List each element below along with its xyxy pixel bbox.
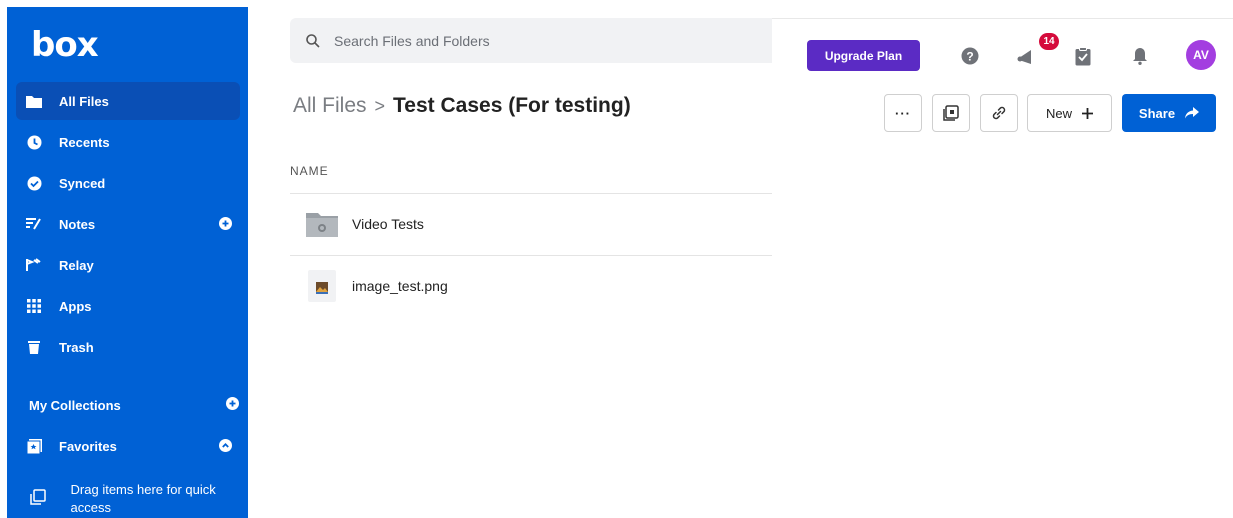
more-options-button[interactable]: ··· (884, 94, 922, 132)
sidebar: box All Files Recents Synced Notes Relay (7, 7, 248, 518)
my-collections-label: My Collections (29, 397, 121, 413)
breadcrumb-all-files[interactable]: All Files (293, 94, 367, 118)
breadcrumb-separator: > (374, 95, 386, 116)
header-divider (772, 18, 1233, 19)
file-name[interactable]: image_test.png (352, 278, 448, 294)
upgrade-plan-button[interactable]: Upgrade Plan (807, 40, 920, 71)
favorites-icon (24, 436, 44, 456)
sidebar-item-recents[interactable]: Recents (16, 123, 240, 161)
tasks-clipboard-icon[interactable] (1071, 44, 1095, 68)
open-in-app-button[interactable] (932, 94, 970, 132)
folder-icon (24, 91, 44, 111)
column-header-name[interactable]: NAME (290, 164, 329, 178)
share-button-label: Share (1138, 105, 1176, 121)
sidebar-item-synced[interactable]: Synced (16, 164, 240, 202)
search-icon (306, 33, 320, 48)
new-button[interactable]: New (1027, 94, 1112, 132)
new-button-label: New (1045, 105, 1072, 121)
my-collections-header[interactable]: My Collections (29, 397, 239, 413)
sidebar-item-label: All Files (59, 93, 109, 109)
sidebar-item-favorites[interactable]: Favorites (16, 427, 240, 465)
sidebar-item-label: Favorites (59, 438, 117, 454)
sidebar-item-notes[interactable]: Notes (16, 205, 240, 243)
list-item[interactable]: Video Tests (290, 193, 772, 255)
svg-text:?: ? (966, 50, 973, 64)
sidebar-item-apps[interactable]: Apps (16, 287, 240, 325)
sidebar-item-label: Relay (59, 257, 94, 273)
collapse-favorites-icon[interactable] (219, 439, 232, 455)
sidebar-item-label: Trash (59, 339, 94, 355)
notes-icon (24, 214, 44, 234)
share-arrow-icon (1185, 107, 1200, 119)
page-title: Test Cases (For testing) (393, 94, 631, 117)
sidebar-item-label: Synced (59, 175, 106, 191)
list-item[interactable]: image_test.png (290, 255, 772, 317)
trash-icon (24, 337, 44, 357)
notification-count-badge: 14 (1039, 33, 1059, 50)
check-circle-icon (24, 173, 44, 193)
sidebar-item-label: Recents (59, 134, 110, 150)
help-icon[interactable]: ? (958, 44, 982, 68)
sidebar-item-relay[interactable]: Relay (16, 246, 240, 284)
plus-icon (1082, 107, 1093, 119)
notifications-announce-icon[interactable] (1016, 44, 1040, 68)
user-avatar[interactable]: AV (1186, 40, 1216, 70)
sidebar-item-label: Apps (59, 298, 92, 314)
file-name[interactable]: Video Tests (352, 216, 424, 232)
copy-link-button[interactable] (980, 94, 1018, 132)
sidebar-item-label: Notes (59, 216, 96, 232)
sidebar-item-all-files[interactable]: All Files (16, 82, 240, 120)
box-logo[interactable]: box (31, 25, 99, 65)
more-options-label: ··· (895, 105, 911, 121)
search-input[interactable]: Search Files and Folders (290, 18, 772, 63)
share-button[interactable]: Share (1122, 94, 1216, 132)
relay-icon (24, 255, 44, 275)
breadcrumb: All Files > Test Cases (For testing) (293, 94, 631, 118)
image-file-icon (302, 268, 342, 304)
sidebar-item-trash[interactable]: Trash (16, 328, 240, 366)
link-icon (992, 106, 1006, 120)
shared-folder-icon (302, 206, 342, 242)
apps-grid-icon (24, 296, 44, 316)
clock-icon (24, 132, 44, 152)
add-collection-icon[interactable] (226, 397, 239, 413)
bell-icon[interactable] (1128, 44, 1152, 68)
add-note-icon[interactable] (219, 217, 232, 233)
copy-icon (30, 489, 49, 510)
drag-hint: Drag items here for quick access (30, 481, 230, 517)
open-in-app-icon (943, 105, 959, 121)
drag-hint-text: Drag items here for quick access (70, 482, 216, 515)
search-placeholder: Search Files and Folders (334, 32, 490, 49)
